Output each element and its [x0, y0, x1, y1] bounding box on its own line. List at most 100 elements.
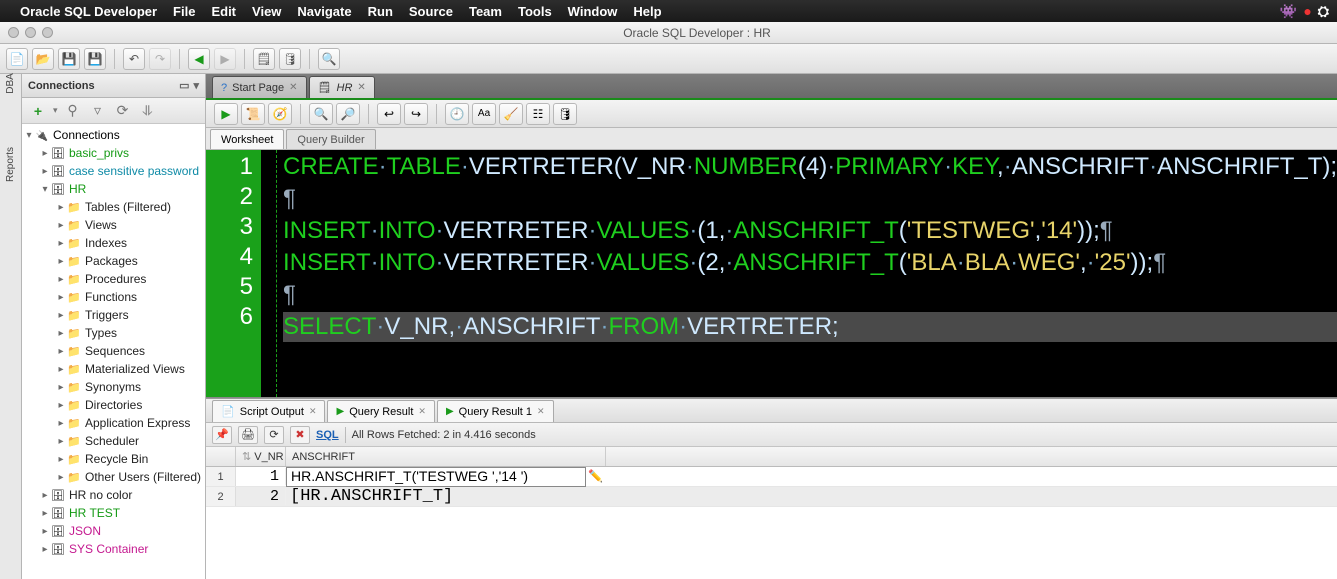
expand-icon[interactable]: ▸ [56, 364, 66, 375]
filter-button[interactable]: ⚲ [63, 101, 83, 121]
run-script-button[interactable]: 📜 [241, 103, 265, 125]
new-connection-button[interactable]: + [28, 101, 48, 121]
dba-button[interactable]: 🛢 [279, 48, 301, 70]
tree-item[interactable]: ▸Functions [22, 288, 205, 306]
panel-minimize-icon[interactable]: ▭ [179, 79, 189, 92]
tab-query-result[interactable]: ▶ Query Result ✕ [327, 400, 434, 422]
menu-window[interactable]: Window [568, 4, 618, 19]
menu-view[interactable]: View [252, 4, 281, 19]
unshared-button[interactable]: ↪ [404, 103, 428, 125]
code-text[interactable]: CREATE·TABLE·VERTRETER(V_NR·NUMBER(4)·PR… [277, 150, 1337, 397]
db-button[interactable]: 🛢 [553, 103, 577, 125]
expand-icon[interactable]: ▸ [40, 148, 50, 159]
tree-item[interactable]: ▸Indexes [22, 234, 205, 252]
close-icon[interactable]: ✕ [418, 406, 426, 417]
expand-icon[interactable]: ▸ [56, 382, 66, 393]
subtab-query-builder[interactable]: Query Builder [286, 129, 375, 149]
sql-worksheet-button[interactable]: 🗒 [253, 48, 275, 70]
expand-icon[interactable]: ▸ [56, 346, 66, 357]
menu-source[interactable]: Source [409, 4, 453, 19]
edit-icon[interactable]: ✏️ [588, 469, 603, 483]
grid-row[interactable]: 2 2 [HR.ANSCHRIFT_T] [206, 487, 1337, 507]
expand-icon[interactable]: ▸ [56, 454, 66, 465]
tree-item[interactable]: ▸HR TEST [22, 504, 205, 522]
new-button[interactable]: 📄 [6, 48, 28, 70]
tree-item[interactable]: ▸Other Users (Filtered) [22, 468, 205, 486]
app-name[interactable]: Oracle SQL Developer [20, 4, 157, 19]
print-button[interactable]: 🖨 [238, 426, 258, 444]
find-button[interactable]: 🔍 [318, 48, 340, 70]
expand-icon[interactable]: ▸ [56, 292, 66, 303]
toupper-button[interactable]: Aa [472, 103, 496, 125]
tree-item[interactable]: ▸Application Express [22, 414, 205, 432]
run-statement-button[interactable]: ▶ [214, 103, 238, 125]
refresh-icon[interactable]: ⟳ [113, 101, 133, 121]
expand-icon[interactable]: ▸ [56, 310, 66, 321]
menu-help[interactable]: Help [633, 4, 661, 19]
funnel-icon[interactable]: ▿ [88, 101, 108, 121]
menu-navigate[interactable]: Navigate [297, 4, 351, 19]
tree-item[interactable]: ▸JSON [22, 522, 205, 540]
redo-button[interactable]: ↷ [149, 48, 171, 70]
expand-icon[interactable]: ▸ [56, 472, 66, 483]
tree-item[interactable]: ▸Sequences [22, 342, 205, 360]
code-editor[interactable]: 1 2 3 4 5 6 CREATE·TABLE·VERTRETER(V_NR·… [206, 150, 1337, 398]
commit-button[interactable]: 🔎 [336, 103, 360, 125]
subtab-worksheet[interactable]: Worksheet [210, 129, 284, 149]
delete-button[interactable]: ✖ [290, 426, 310, 444]
tree-item[interactable]: ▸Tables (Filtered) [22, 198, 205, 216]
expand-icon[interactable]: ▸ [56, 220, 66, 231]
expand-icon[interactable]: ▸ [56, 328, 66, 339]
tree-item[interactable]: ▸Triggers [22, 306, 205, 324]
expand-icon[interactable]: ▸ [40, 544, 50, 555]
close-icon[interactable]: ✕ [537, 406, 545, 417]
window-controls[interactable] [8, 27, 53, 38]
menu-team[interactable]: Team [469, 4, 502, 19]
undo-button[interactable]: ↶ [123, 48, 145, 70]
rail-dba[interactable]: DBA [5, 73, 16, 94]
tree-item[interactable]: ▸Materialized Views [22, 360, 205, 378]
tree-item[interactable]: ▸Synonyms [22, 378, 205, 396]
tree-item[interactable]: ▸Types [22, 324, 205, 342]
tab-hr[interactable]: 🗒 HR ✕ [309, 76, 375, 98]
sql-link[interactable]: SQL [316, 429, 339, 441]
expand-icon[interactable]: ▸ [56, 256, 66, 267]
tree-item[interactable]: ▸Packages [22, 252, 205, 270]
explain-plan-button[interactable]: 🧭 [268, 103, 292, 125]
refresh-button[interactable]: ⟳ [264, 426, 284, 444]
rollback-button[interactable]: ↩ [377, 103, 401, 125]
tree-item[interactable]: ▾HR [22, 180, 205, 198]
expand-icon[interactable]: ⥥ [138, 101, 158, 121]
connections-tree[interactable]: ▾ Connections ▸basic_privs▸case sensitiv… [22, 124, 205, 579]
expand-icon[interactable]: ▸ [40, 508, 50, 519]
tree-item[interactable]: ▸Directories [22, 396, 205, 414]
sql-history-button[interactable]: 🕘 [445, 103, 469, 125]
expand-icon[interactable]: ▸ [40, 490, 50, 501]
tree-root[interactable]: ▾ Connections [22, 126, 205, 144]
expand-icon[interactable]: ▸ [56, 238, 66, 249]
tree-item[interactable]: ▸Views [22, 216, 205, 234]
col-vnr[interactable]: ⇅V_NR [236, 447, 286, 466]
tab-query-result-1[interactable]: ▶ Query Result 1 ✕ [437, 400, 554, 422]
cell-vnr[interactable]: 1 [236, 468, 286, 485]
format-button[interactable]: ☷ [526, 103, 550, 125]
expand-icon[interactable]: ▸ [56, 274, 66, 285]
tree-item[interactable]: ▸Scheduler [22, 432, 205, 450]
menu-run[interactable]: Run [368, 4, 393, 19]
expand-icon[interactable]: ▾ [40, 184, 50, 195]
save-button[interactable]: 💾 [58, 48, 80, 70]
menu-file[interactable]: File [173, 4, 195, 19]
menu-edit[interactable]: Edit [211, 4, 236, 19]
nav-fwd-button[interactable]: ▶ [214, 48, 236, 70]
tree-item[interactable]: ▸SYS Container [22, 540, 205, 558]
expand-icon[interactable]: ▸ [56, 202, 66, 213]
tree-item[interactable]: ▸basic_privs [22, 144, 205, 162]
menu-tools[interactable]: Tools [518, 4, 552, 19]
col-anschrift[interactable]: ANSCHRIFT [286, 447, 606, 466]
pin-button[interactable]: 📌 [212, 426, 232, 444]
expand-icon[interactable]: ▸ [40, 526, 50, 537]
tree-item[interactable]: ▸case sensitive password [22, 162, 205, 180]
tree-item[interactable]: ▸HR no color [22, 486, 205, 504]
expand-icon[interactable]: ▸ [40, 166, 50, 177]
tab-script-output[interactable]: 📄 Script Output ✕ [212, 400, 325, 422]
